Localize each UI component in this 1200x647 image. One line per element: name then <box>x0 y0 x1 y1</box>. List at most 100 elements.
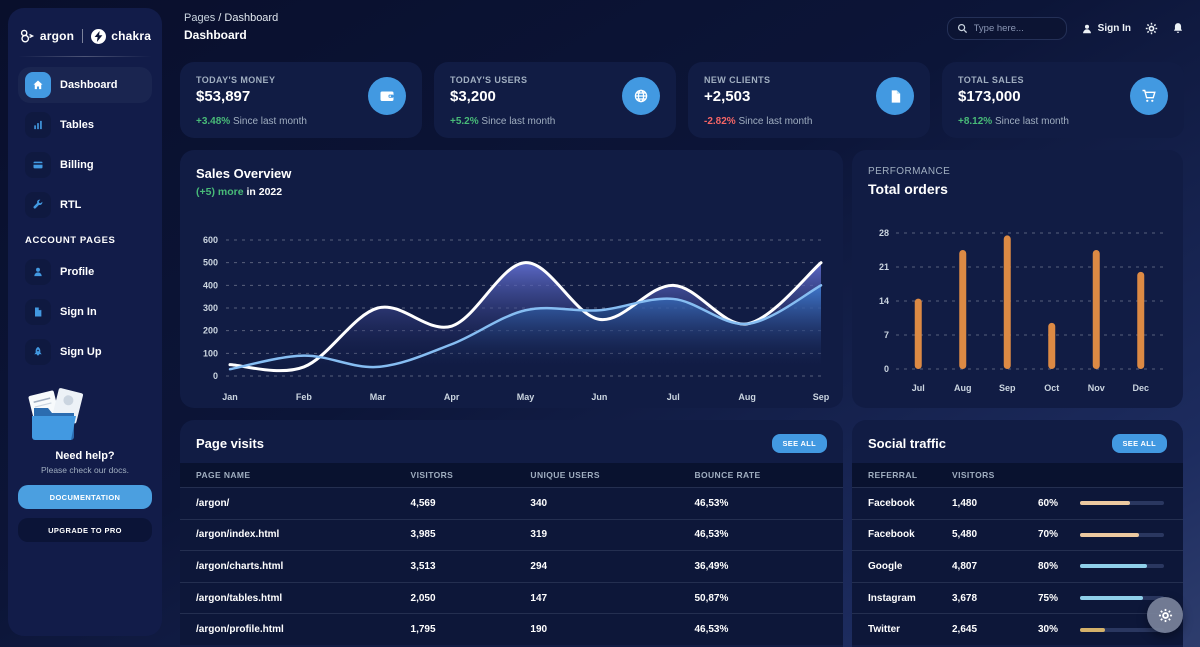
sidebar-item-dashboard[interactable]: Dashboard <box>18 67 152 103</box>
column-header: VISITORS <box>952 470 1167 480</box>
subtitle-highlight: (+5) more <box>196 186 244 198</box>
table-row: /argon/tables.html2,05014750,87% <box>180 582 843 614</box>
table-cell: 3,985 <box>411 529 531 540</box>
table-row: Facebook1,48060% <box>852 487 1183 519</box>
settings-fab[interactable] <box>1147 597 1183 633</box>
svg-text:Aug: Aug <box>738 392 756 402</box>
table-row: /argon/4,56934046,53% <box>180 487 843 519</box>
table-row: Instagram3,67875% <box>852 582 1183 614</box>
brand-name-chakra: chakra <box>111 29 151 43</box>
sidebar-item-label: Sign In <box>60 306 97 318</box>
social-traffic-table: REFERRALVISITORSFacebook1,48060%Facebook… <box>852 463 1183 645</box>
page-visits-title: Page visits <box>196 436 264 451</box>
sidebar-item-rtl[interactable]: RTL <box>18 187 152 223</box>
breadcrumb-root[interactable]: Pages <box>184 12 215 24</box>
upgrade-pro-button[interactable]: UPGRADE TO PRO <box>18 518 152 542</box>
top-bar: Pages / Dashboard Dashboard Sign In <box>184 12 1184 42</box>
table-cell: /argon/ <box>196 498 411 509</box>
breadcrumb-separator: / <box>218 12 221 24</box>
social-traffic-title: Social traffic <box>868 436 946 451</box>
stat-delta: -2.82% <box>704 116 736 127</box>
wrench-icon <box>25 192 51 218</box>
sidebar-item-tables[interactable]: Tables <box>18 107 152 143</box>
table-cell: 2,050 <box>411 593 531 604</box>
table-cell: 46,53% <box>694 624 827 635</box>
sales-overview-subtitle: (+5) more in 2022 <box>196 186 827 198</box>
page-title: Dashboard <box>184 28 278 42</box>
table-cell: /argon/tables.html <box>196 593 411 604</box>
top-controls: Sign In <box>947 12 1184 42</box>
svg-text:Feb: Feb <box>296 392 313 402</box>
svg-text:0: 0 <box>884 364 889 374</box>
help-section: Need help? Please check our docs. DOCUME… <box>18 384 152 542</box>
column-header: UNIQUE USERS <box>530 470 694 480</box>
search-input[interactable] <box>974 23 1054 34</box>
subtitle-rest: in 2022 <box>246 186 282 198</box>
table-cell: Facebook <box>868 529 952 540</box>
table-row: /argon/profile.html1,79519046,53% <box>180 613 843 645</box>
svg-text:Jan: Jan <box>222 392 238 402</box>
sidebar-item-signup[interactable]: Sign Up <box>18 334 152 370</box>
see-all-button[interactable]: SEE ALL <box>772 434 828 453</box>
table-cell: 5,480 <box>952 529 1038 540</box>
help-title: Need help? <box>18 450 152 462</box>
argon-logo-icon <box>19 28 35 44</box>
svg-text:Jul: Jul <box>912 383 925 393</box>
percent-value: 30% <box>1038 624 1080 635</box>
see-all-button[interactable]: SEE ALL <box>1112 434 1168 453</box>
card-head: Page visits SEE ALL <box>180 434 843 463</box>
stat-delta: +3.48% <box>196 116 230 127</box>
sidebar-item-label: Sign Up <box>60 346 102 358</box>
svg-text:Sep: Sep <box>813 392 830 402</box>
sidebar-item-signin[interactable]: Sign In <box>18 294 152 330</box>
progress-fill <box>1080 628 1105 632</box>
svg-text:Oct: Oct <box>1044 383 1059 393</box>
sidebar: argon chakra Dashboard Tables Billing RT… <box>8 8 162 636</box>
sidebar-item-label: Tables <box>60 119 94 131</box>
table-cell: 319 <box>530 529 694 540</box>
table-cell: /argon/charts.html <box>196 561 411 572</box>
svg-text:Sep: Sep <box>999 383 1016 393</box>
stat-delta: +8.12% <box>958 116 992 127</box>
progress-fill <box>1080 501 1130 505</box>
column-header: PAGE NAME <box>196 470 411 480</box>
table-cell: 2,645 <box>952 624 1038 635</box>
table-cell: Google <box>868 561 952 572</box>
rocket-icon <box>25 339 51 365</box>
table-cell: Facebook <box>868 498 952 509</box>
sidebar-item-profile[interactable]: Profile <box>18 254 152 290</box>
sidebar-item-label: RTL <box>60 199 81 211</box>
table-row: /argon/index.html3,98531946,53% <box>180 519 843 551</box>
table-cell: 1,795 <box>411 624 531 635</box>
house-icon <box>25 72 51 98</box>
gear-icon[interactable] <box>1145 22 1158 35</box>
table-cell: 3,678 <box>952 593 1038 604</box>
svg-text:21: 21 <box>879 262 889 272</box>
sidebar-item-billing[interactable]: Billing <box>18 147 152 183</box>
documentation-button[interactable]: DOCUMENTATION <box>18 485 152 509</box>
sidebar-item-label: Profile <box>60 266 94 278</box>
sign-in-link[interactable]: Sign In <box>1081 23 1131 35</box>
table-row: Google4,80780% <box>852 550 1183 582</box>
table-cell: 46,53% <box>694 498 827 509</box>
table-cell: 50,87% <box>694 593 827 604</box>
table-cell: 294 <box>530 561 694 572</box>
person-icon <box>1081 23 1093 35</box>
search-box[interactable] <box>947 17 1067 40</box>
progress-bar <box>1080 533 1164 537</box>
svg-text:Nov: Nov <box>1088 383 1105 393</box>
sales-overview-card: Sales Overview (+5) more in 2022 0100200… <box>180 150 843 408</box>
svg-text:500: 500 <box>203 258 218 268</box>
svg-text:28: 28 <box>879 228 889 238</box>
breadcrumb-current[interactable]: Dashboard <box>224 12 278 24</box>
bell-icon[interactable] <box>1172 22 1184 35</box>
svg-text:14: 14 <box>879 296 889 306</box>
table-cell: 36,49% <box>694 561 827 572</box>
breadcrumb: Pages / Dashboard <box>184 12 278 24</box>
svg-text:0: 0 <box>213 371 218 381</box>
gear-icon <box>1158 608 1173 623</box>
search-icon <box>957 23 968 34</box>
column-header: BOUNCE RATE <box>694 470 827 480</box>
performance-title: Total orders <box>868 181 1167 197</box>
svg-text:600: 600 <box>203 235 218 245</box>
